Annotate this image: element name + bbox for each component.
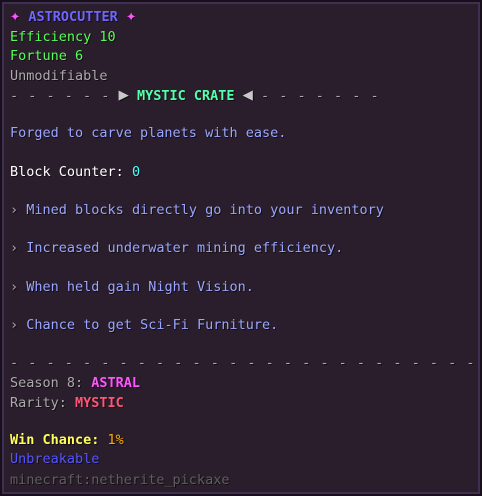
item-id: minecraft:netherite_pickaxe	[10, 472, 230, 488]
block-counter-label: Block Counter:	[10, 164, 124, 180]
star-icon: ✦	[10, 6, 21, 26]
bullet-icon: ›	[10, 240, 19, 256]
bullet-icon: ›	[10, 317, 19, 333]
block-counter: Block Counter: 0	[10, 163, 140, 181]
item-title: ✦ ASTROCUTTER ✦	[10, 7, 136, 25]
perk-text: Mined blocks directly go into your inven…	[26, 202, 384, 218]
win-chance-value: 1%	[107, 432, 124, 448]
perk-text: When held gain Night Vision.	[26, 279, 254, 295]
divider-dashes-left: - - - - - -	[10, 88, 111, 104]
perk-text: Chance to get Sci-Fi Furniture.	[26, 317, 279, 333]
enchantment-fortune: Fortune 6	[10, 48, 84, 64]
crate-divider: - - - - - - ▶ MYSTIC CRATE ◀ - - - - - -…	[10, 86, 380, 104]
perk-item: › Chance to get Sci-Fi Furniture.	[10, 316, 278, 334]
perk-text: Increased underwater mining efficiency.	[26, 240, 344, 256]
separator: - - - - - - - - - - - - - - - - - - - - …	[10, 355, 476, 371]
perk-item: › Mined blocks directly go into your inv…	[10, 201, 384, 219]
season-line: Season 8: ASTRAL	[10, 374, 140, 392]
season-label: Season 8:	[10, 375, 84, 391]
item-name: ASTROCUTTER	[28, 9, 118, 25]
win-chance-line: Win Chance: 1%	[10, 431, 124, 449]
arrow-right-icon: ▶	[118, 85, 129, 105]
perk-item: › When held gain Night Vision.	[10, 278, 254, 296]
divider-dashes-right: - - - - - - -	[261, 88, 380, 104]
season-value: ASTRAL	[91, 375, 141, 391]
modifier-text: Unmodifiable	[10, 68, 108, 84]
perk-item: › Increased underwater mining efficiency…	[10, 239, 343, 257]
enchantment-efficiency: Efficiency 10	[10, 29, 116, 45]
star-icon: ✦	[125, 6, 137, 26]
rarity-line: Rarity: MYSTIC	[10, 394, 124, 412]
block-counter-value: 0	[131, 164, 141, 180]
rarity-label: Rarity:	[10, 395, 67, 411]
crate-label: MYSTIC CRATE	[136, 88, 235, 104]
unbreakable-tag: Unbreakable	[10, 451, 100, 467]
bullet-icon: ›	[10, 202, 19, 218]
win-chance-label: Win Chance:	[10, 432, 100, 448]
item-tooltip: ✦ ASTROCUTTER ✦ Efficiency 10 Fortune 6 …	[0, 0, 482, 496]
arrow-left-icon: ◀	[242, 85, 253, 105]
bullet-icon: ›	[10, 279, 19, 295]
item-description: Forged to carve planets with ease.	[10, 125, 287, 141]
rarity-value: MYSTIC	[75, 395, 124, 411]
